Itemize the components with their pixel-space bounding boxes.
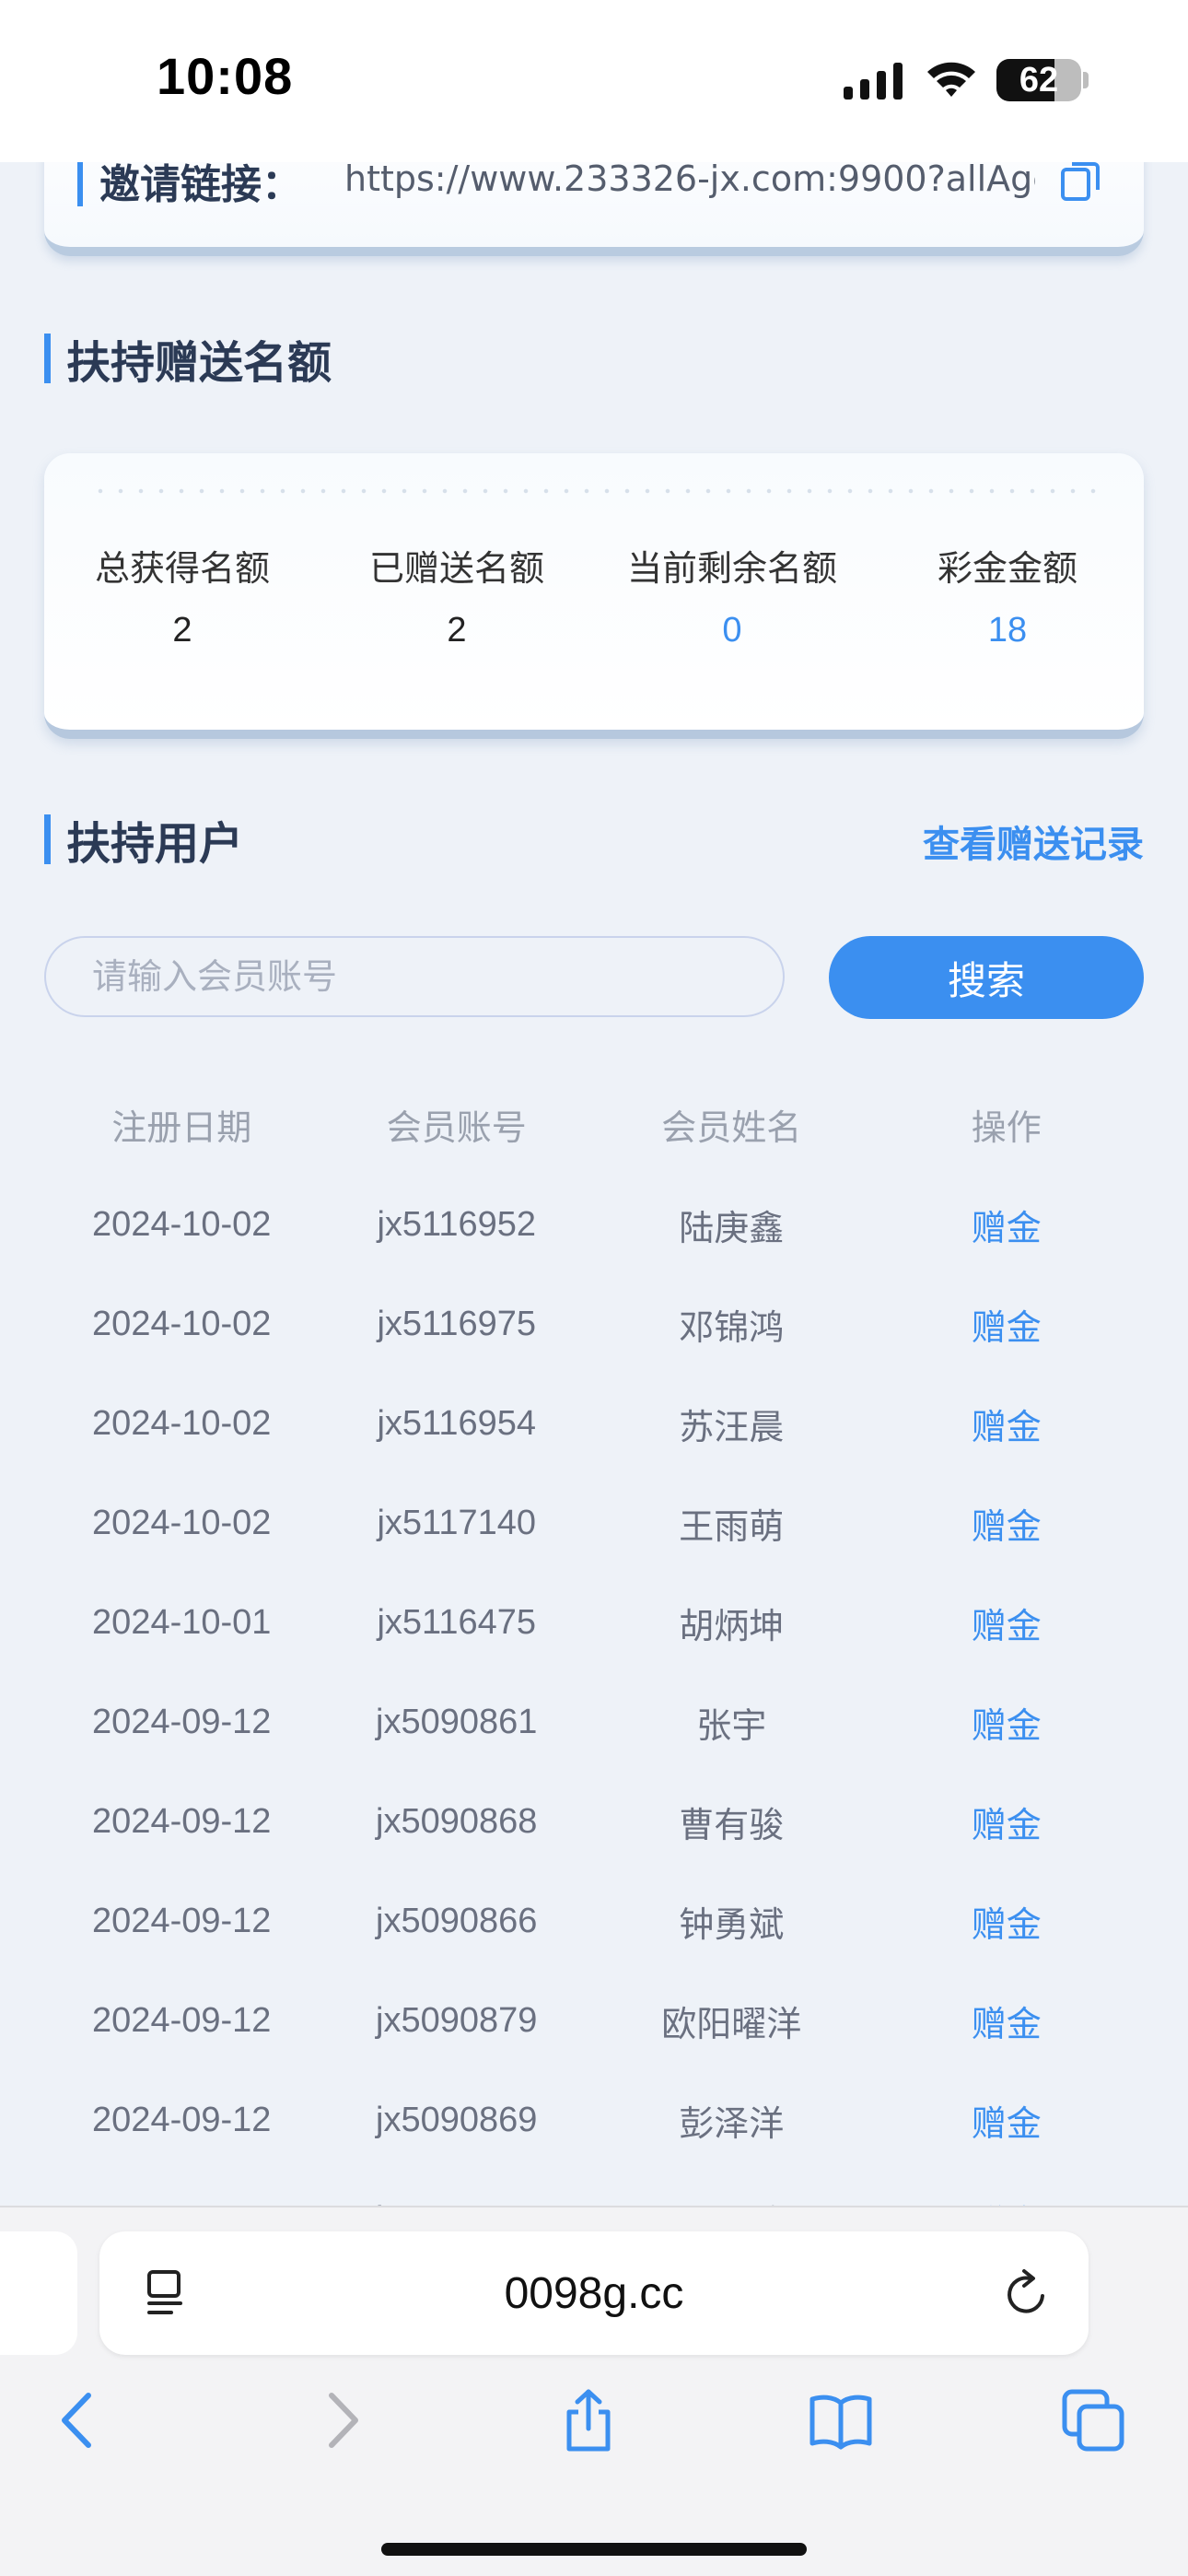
users-section-title: 扶持用户: [66, 818, 244, 870]
cell-name: 王雨萌: [679, 1505, 785, 1547]
cell-name: 苏汪晨: [679, 1406, 785, 1447]
quota-section-title: 扶持赠送名额: [66, 337, 332, 389]
cell-date: 2024-09-12: [92, 1702, 272, 1741]
cell-date: 2024-09-12: [92, 2000, 272, 2040]
table-row: 2024-09-12 jx5090879 欧阳曜洋 赠金: [44, 1971, 1144, 2070]
gift-action-link[interactable]: 赠金: [869, 1200, 1145, 1250]
home-indicator: [381, 2543, 807, 2556]
gift-action-link[interactable]: 赠金: [869, 1598, 1145, 1648]
quota-section-bar: [44, 334, 51, 383]
cell-date: 2024-10-02: [92, 1204, 272, 1244]
gift-action-link[interactable]: 赠金: [869, 2095, 1145, 2146]
stat-remaining: 当前剩余名额 0: [594, 540, 870, 650]
cell-account: jx5090869: [376, 2100, 538, 2139]
bookmarks-icon[interactable]: [809, 2388, 873, 2453]
stat-total: 总获得名额 2: [44, 540, 320, 650]
decorative-dots: [90, 486, 1098, 496]
table-header: 注册日期 会员账号 会员姓名 操作: [44, 1073, 1144, 1175]
battery-tip: [1083, 72, 1089, 88]
table-row: 2024-10-02 jx5116954 苏汪晨 赠金: [44, 1374, 1144, 1473]
table-row: 2024-10-02 jx5117140 王雨萌 赠金: [44, 1473, 1144, 1573]
invite-url[interactable]: https://www.233326-jx.com:9900?allAge...: [344, 158, 1035, 199]
cell-account: jx5116954: [377, 1403, 537, 1443]
cell-name: 欧阳曜洋: [661, 2003, 802, 2044]
search-button[interactable]: 搜索: [829, 936, 1144, 1019]
cell-date: 2024-10-01: [92, 1602, 272, 1642]
table-row: 2024-09-12 jx5090866 钟勇斌 赠金: [44, 1871, 1144, 1971]
stat-gifted: 已赠送名额 2: [319, 540, 595, 650]
cell-account: jx5090866: [376, 1901, 538, 1940]
battery-icon: 62: [996, 59, 1081, 101]
status-time: 10:08: [157, 47, 294, 105]
tabs-icon[interactable]: [1061, 2388, 1125, 2453]
users-table: 注册日期 会员账号 会员姓名 操作 2024-10-02 jx5116952 陆…: [44, 1073, 1144, 2269]
table-row: 2024-10-01 jx5116475 胡炳坤 赠金: [44, 1573, 1144, 1672]
cell-date: 2024-09-12: [92, 1901, 272, 1940]
table-row: 2024-09-12 jx5090861 张宇 赠金: [44, 1672, 1144, 1772]
invite-accent-bar: [77, 158, 83, 206]
address-bar[interactable]: 0098g.cc: [99, 2231, 1089, 2355]
forward-icon: [329, 2393, 358, 2448]
gift-action-link[interactable]: 赠金: [869, 1498, 1145, 1549]
gift-action-link[interactable]: 赠金: [869, 1896, 1145, 1947]
cell-account: jx5090861: [376, 1702, 538, 1741]
cell-date: 2024-10-02: [92, 1403, 272, 1443]
cell-account: jx5090879: [376, 2000, 538, 2040]
cell-name: 邓锦鸿: [679, 1306, 785, 1348]
cell-date: 2024-09-12: [92, 1801, 272, 1841]
browser-toolbar: 0098g.cc: [0, 2206, 1188, 2576]
cell-date: 2024-10-02: [92, 1304, 272, 1343]
cell-account: jx5116952: [377, 1204, 537, 1244]
copy-icon[interactable]: [1059, 158, 1103, 205]
cell-account: jx5117140: [377, 1503, 537, 1542]
table-row: 2024-10-02 jx5116952 陆庚鑫 赠金: [44, 1175, 1144, 1274]
gift-action-link[interactable]: 赠金: [869, 1399, 1145, 1449]
stat-value: 18: [987, 611, 1028, 650]
gift-action-link[interactable]: 赠金: [869, 1797, 1145, 1847]
member-search-input[interactable]: [44, 936, 785, 1017]
table-row: 2024-09-12 jx5090868 曹有骏 赠金: [44, 1772, 1144, 1871]
cell-date: 2024-10-02: [92, 1503, 272, 1542]
battery-level: 62: [1019, 61, 1059, 100]
stat-label: 已赠送名额: [368, 548, 544, 589]
stat-label: 当前剩余名额: [626, 548, 837, 589]
column-header: 会员姓名: [661, 1107, 802, 1148]
cell-account: jx5116975: [377, 1304, 537, 1343]
gift-action-link[interactable]: 赠金: [869, 1996, 1145, 2046]
cell-name: 曹有骏: [679, 1804, 785, 1845]
back-icon[interactable]: [48, 2388, 112, 2453]
stat-value: 2: [172, 611, 192, 650]
gift-action-link[interactable]: 赠金: [869, 1299, 1145, 1350]
table-row: 2024-10-02 jx5116975 邓锦鸿 赠金: [44, 1274, 1144, 1374]
cell-name: 钟勇斌: [679, 1903, 785, 1945]
users-section-bar: [44, 814, 51, 864]
signal-icon: [844, 63, 903, 100]
quota-card: 总获得名额 2 已赠送名额 2 当前剩余名额 0 彩金金额 18: [44, 453, 1144, 739]
column-header: 注册日期: [111, 1107, 252, 1148]
cell-name: 胡炳坤: [679, 1605, 785, 1646]
gift-record-link[interactable]: 查看赠送记录: [923, 814, 1144, 868]
column-header: 操作: [971, 1107, 1042, 1148]
status-bar: 10:08 62: [0, 0, 1188, 162]
stat-value: 0: [722, 611, 742, 650]
stat-label: 总获得名额: [94, 548, 270, 589]
reload-icon[interactable]: [1002, 2268, 1052, 2320]
stat-label: 彩金金额: [937, 548, 1077, 589]
previous-tab-peek[interactable]: [0, 2231, 77, 2355]
cell-name: 张宇: [696, 1704, 767, 1746]
cell-name: 陆庚鑫: [679, 1207, 785, 1248]
cell-date: 2024-09-12: [92, 2100, 272, 2139]
column-header: 会员账号: [386, 1107, 527, 1148]
gift-action-link[interactable]: 赠金: [869, 1697, 1145, 1748]
stat-value: 2: [447, 611, 467, 650]
address-text[interactable]: 0098g.cc: [99, 2268, 1089, 2319]
cell-name: 彭泽洋: [679, 2102, 785, 2144]
stat-bonus: 彩金金额 18: [869, 540, 1146, 650]
wifi-icon: [927, 62, 975, 97]
table-row: 2024-09-12 jx5090869 彭泽洋 赠金: [44, 2070, 1144, 2170]
cell-account: jx5090868: [376, 1801, 538, 1841]
share-icon[interactable]: [556, 2388, 621, 2453]
cell-account: jx5116475: [377, 1602, 537, 1642]
